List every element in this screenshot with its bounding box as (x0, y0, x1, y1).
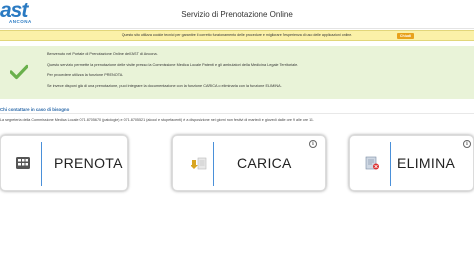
carica-label: CARICA (237, 155, 292, 171)
header: ast ANCONA Servizio di Prenotazione Onli… (0, 0, 474, 29)
elimina-button[interactable]: ELIMINA i (349, 135, 474, 191)
welcome-text: Benvenuto nel Portale di Prenotazione On… (47, 52, 467, 94)
welcome-line: Se invece disponi già di una prenotazion… (47, 83, 282, 88)
upload-document-icon (191, 157, 207, 170)
elimina-label: ELIMINA (397, 155, 456, 171)
contact-title: Chi contattare in caso di bisogno (0, 107, 70, 112)
prenota-button[interactable]: PRENOTA (0, 135, 128, 191)
page-title: Servizio di Prenotazione Online (181, 10, 293, 19)
welcome-line: Per procedere utilizza la funzione PRENO… (47, 73, 124, 77)
prenota-label: PRENOTA (54, 155, 123, 171)
card-divider (213, 142, 214, 186)
logo-subtext: ANCONA (9, 19, 32, 24)
cookie-banner: Questo sito utilizza cookie tecnici per … (0, 30, 474, 41)
card-divider (41, 142, 42, 186)
card-divider (390, 142, 391, 186)
delete-document-icon (365, 156, 379, 170)
carica-info-icon[interactable]: i (309, 140, 317, 148)
check-icon (10, 64, 28, 80)
carica-button[interactable]: CARICA i (172, 135, 326, 191)
welcome-line: Questo servizio permette la prenotazione… (47, 62, 299, 67)
contact-text: La segreteria della Commissione Medica L… (0, 118, 314, 122)
cookie-close-button[interactable]: Chiudi (397, 33, 414, 39)
welcome-panel: Benvenuto nel Portale di Prenotazione On… (0, 46, 474, 99)
calculator-icon (16, 157, 30, 169)
elimina-info-icon[interactable]: i (463, 140, 471, 148)
welcome-line: Benvenuto nel Portale di Prenotazione On… (47, 52, 158, 56)
contact-divider (0, 113, 474, 114)
